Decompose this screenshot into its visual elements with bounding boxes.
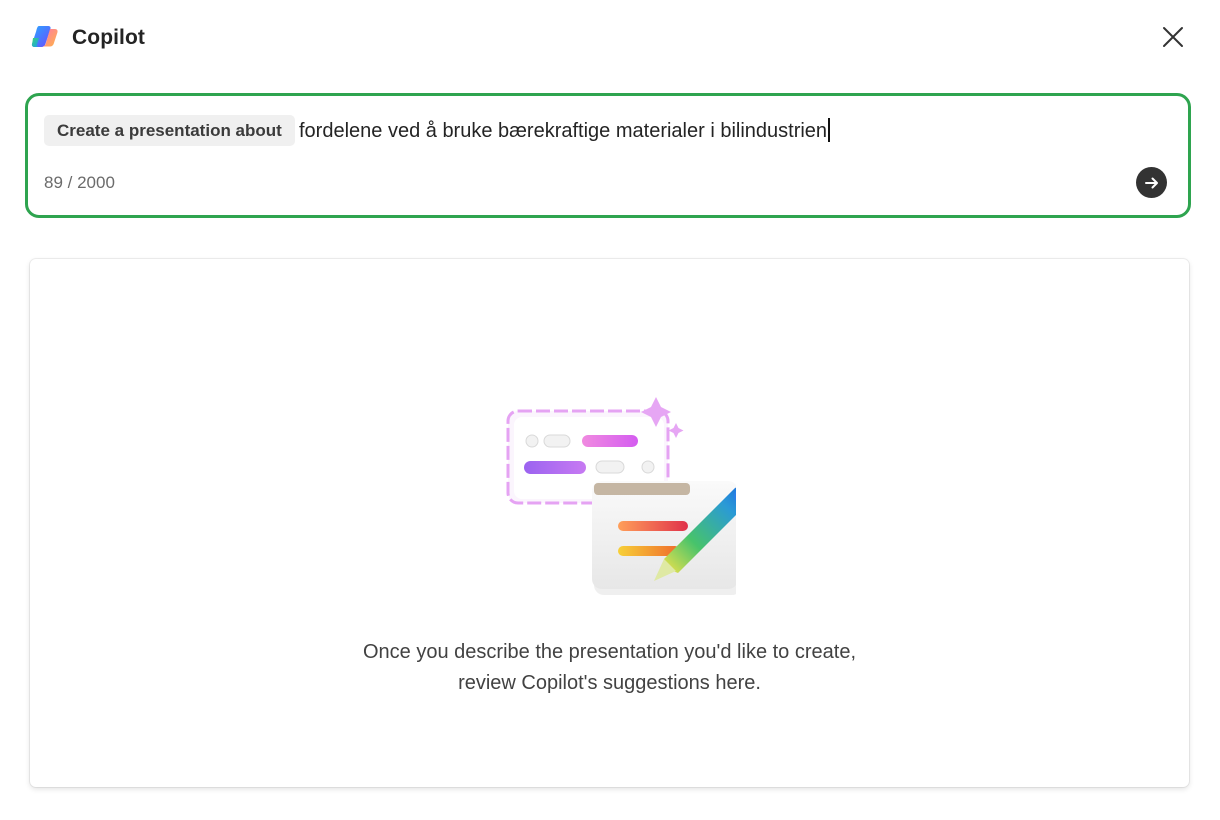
suggestions-panel: Once you describe the presentation you'd… <box>30 259 1189 787</box>
prompt-input-value: fordelene ved å bruke bærekraftige mater… <box>299 120 828 142</box>
close-icon <box>1163 27 1183 47</box>
character-counter: 89 / 2000 <box>44 173 115 192</box>
prompt-input-box[interactable]: Create a presentation about fordelene ve… <box>25 93 1191 218</box>
empty-state-message: Once you describe the presentation you'd… <box>30 637 1189 699</box>
arrow-right-icon <box>1144 177 1158 188</box>
empty-state-line-2: review Copilot's suggestions here. <box>458 672 761 694</box>
prompt-input[interactable]: fordelene ved å bruke bærekraftige mater… <box>299 117 831 145</box>
app-title: Copilot <box>72 26 146 49</box>
empty-state-line-1: Once you describe the presentation you'd… <box>363 641 856 663</box>
text-caret <box>828 118 831 142</box>
send-button[interactable] <box>1136 167 1167 198</box>
close-button[interactable] <box>1158 22 1188 52</box>
presentation-pen-illustration <box>496 389 751 604</box>
prompt-prefix-chip: Create a presentation about <box>44 115 295 146</box>
header-bar: Copilot <box>0 0 1220 75</box>
copilot-logo-icon <box>30 24 60 50</box>
